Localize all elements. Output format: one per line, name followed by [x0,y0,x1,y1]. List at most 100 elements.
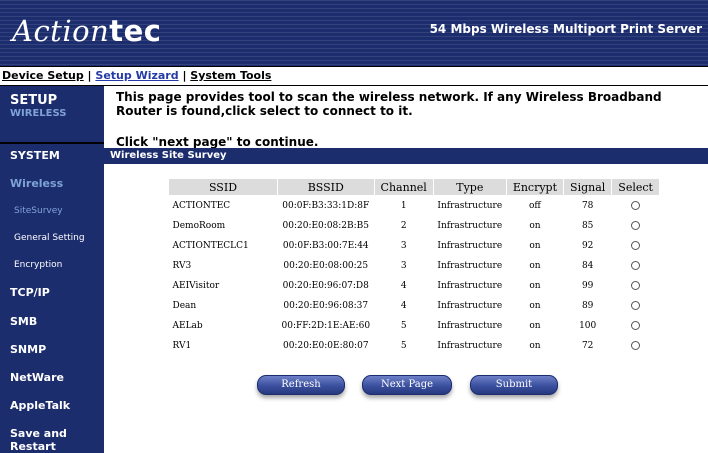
sidebar-setup-title: SETUP [10,93,58,108]
nav-setup-wizard[interactable]: Setup Wizard [95,69,178,82]
select-radio[interactable] [631,321,641,330]
cell-select [612,216,660,236]
cell-select [612,296,660,316]
cell-select [612,236,660,256]
next-page-note: Click "next page" to continue. [116,135,319,149]
cell-bssid: 00:0F:B3:00:7E:44 [282,241,369,251]
table-row: RV3 00:20:E0:08:00:25 3 Infrastructure o… [169,256,660,276]
cell-signal: 100 [579,321,597,331]
cell-select [612,196,660,217]
cell-type: Infrastructure [437,221,503,231]
select-radio[interactable] [631,241,641,250]
site-survey-table: SSID BSSID Channel Type Encrypt Signal S… [168,178,660,356]
col-bssid: BSSID [277,178,375,196]
cell-channel: 3 [400,241,407,251]
sidebar-item-snmp[interactable]: SNMP [10,343,46,356]
select-radio[interactable] [631,221,641,230]
cell-encrypt: on [529,321,541,331]
submit-button[interactable]: Submit [470,375,558,395]
cell-type: Infrastructure [437,281,503,291]
cell-select [612,256,660,276]
cell-bssid: 00:0F:B3:33:1D:8F [282,201,370,211]
col-type: Type [432,178,507,196]
cell-channel: 2 [400,221,407,231]
nav-device-setup[interactable]: Device Setup [2,69,84,82]
sidebar-setup-subtitle: WIRELESS [10,108,67,119]
sidebar-item-wireless[interactable]: Wireless [10,177,63,190]
select-radio[interactable] [631,261,641,270]
cell-bssid: 00:20:E0:96:08:37 [283,301,369,311]
cell-bssid: 00:20:E0:96:07:D8 [282,281,369,291]
cell-channel: 1 [400,201,407,211]
nav-separator: | [178,69,191,82]
cell-signal: 89 [581,301,594,311]
sidebar-divider [0,142,104,144]
sidebar-item-sitesurvey[interactable]: SiteSurvey [14,206,63,216]
cell-encrypt: on [529,301,541,311]
cell-select [612,276,660,296]
cell-type: Infrastructure [437,201,503,211]
sidebar-item-smb[interactable]: SMB [10,315,37,328]
sidebar-item-system[interactable]: SYSTEM [10,149,60,162]
survey-title-bar: Wireless Site Survey [104,148,708,164]
cell-encrypt: on [529,261,541,271]
cell-type: Infrastructure [437,301,503,311]
top-nav: Device Setup | Setup Wizard | System Too… [0,66,708,86]
select-radio[interactable] [631,281,641,290]
cell-signal: 85 [581,221,594,231]
select-radio[interactable] [631,201,641,210]
cell-ssid: ACTIONTEC [172,201,231,211]
col-encrypt: Encrypt [505,178,565,196]
next-page-button[interactable]: Next Page [362,375,452,395]
select-radio[interactable] [631,301,641,310]
cell-ssid: RV3 [172,261,192,271]
table-row: AELab 00:FF:2D:1E:AE:60 5 Infrastructure… [169,316,660,336]
sidebar-item-appletalk[interactable]: AppleTalk [10,399,70,412]
cell-ssid: RV1 [172,341,192,351]
page-description: This page provides tool to scan the wire… [116,90,662,118]
select-radio[interactable] [631,341,641,350]
nav-system-tools[interactable]: System Tools [190,69,271,82]
cell-signal: 92 [581,241,594,251]
cell-channel: 5 [400,341,407,351]
cell-signal: 78 [581,201,594,211]
header-banner: Actiontec 54 Mbps Wireless Multiport Pri… [0,0,708,66]
table-row: Dean 00:20:E0:96:08:37 4 Infrastructure … [169,296,660,316]
product-title: 54 Mbps Wireless Multiport Print Server [429,22,702,36]
cell-ssid: ACTIONTECLC1 [172,241,249,251]
sidebar-item-general-setting[interactable]: General Setting [14,233,85,243]
cell-channel: 4 [400,281,407,291]
cell-signal: 84 [581,261,594,271]
table-row: ACTIONTECLC1 00:0F:B3:00:7E:44 3 Infrast… [169,236,660,256]
cell-signal: 99 [581,281,594,291]
sidebar-item-tcpip[interactable]: TCP/IP [10,286,50,299]
cell-type: Infrastructure [437,341,503,351]
table-header-row: SSID BSSID Channel Type Encrypt Signal S… [168,178,660,196]
cell-encrypt: off [529,201,541,211]
sidebar-item-netware[interactable]: NetWare [10,371,64,384]
col-ssid: SSID [168,178,278,196]
cell-ssid: AELab [172,321,203,331]
sidebar-item-save-restart[interactable]: Save and Restart [10,427,104,453]
col-channel: Channel [373,178,434,196]
cell-encrypt: on [529,281,541,291]
cell-bssid: 00:FF:2D:1E:AE:60 [281,321,371,331]
refresh-button[interactable]: Refresh [257,375,345,395]
col-signal: Signal [563,178,613,196]
nav-separator: | [83,69,96,82]
table-row: ACTIONTEC 00:0F:B3:33:1D:8F 1 Infrastruc… [169,196,660,217]
cell-type: Infrastructure [437,261,503,271]
sidebar-item-encryption[interactable]: Encryption [14,260,62,270]
sidebar: SETUP WIRELESS SYSTEM Wireless SiteSurve… [0,86,104,453]
cell-type: Infrastructure [437,321,503,331]
cell-encrypt: on [529,341,541,351]
cell-bssid: 00:20:E0:08:2B:B5 [282,221,370,231]
cell-encrypt: on [529,221,541,231]
cell-ssid: AEIVisitor [172,281,220,291]
table-row: AEIVisitor 00:20:E0:96:07:D8 4 Infrastru… [169,276,660,296]
cell-ssid: Dean [172,301,197,311]
cell-ssid: DemoRoom [172,221,226,231]
cell-signal: 72 [581,341,594,351]
logo-bold: tec [109,14,162,48]
cell-select [612,336,660,356]
